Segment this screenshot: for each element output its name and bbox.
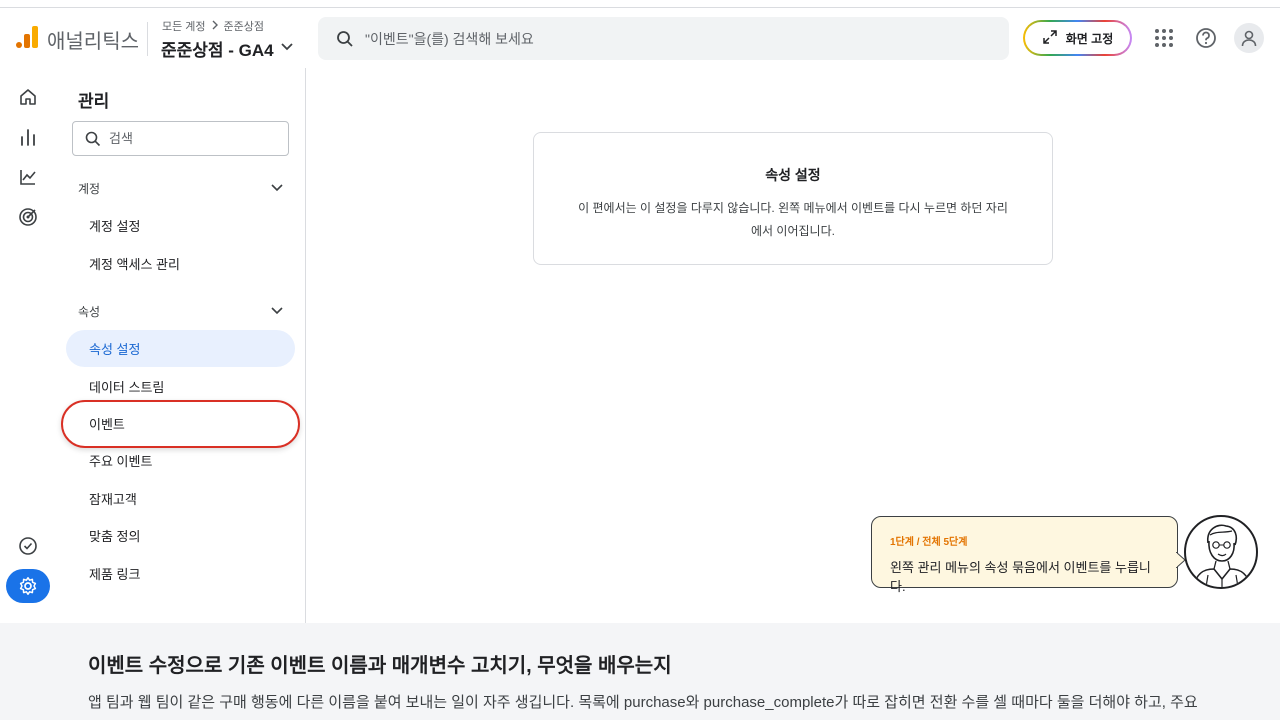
- chevron-down-icon: [270, 303, 284, 320]
- breadcrumb-all-accounts[interactable]: 모든 계정: [162, 18, 206, 34]
- help-icon[interactable]: [1193, 25, 1219, 51]
- article-section: 이벤트 수정으로 기존 이벤트 이름과 매개변수 고치기, 무엇을 배우는지 앱…: [0, 623, 1280, 720]
- account-section-label: 계정: [78, 181, 101, 196]
- global-search-input[interactable]: [365, 30, 965, 47]
- expand-icon: [1042, 29, 1058, 48]
- admin-search-input[interactable]: [109, 131, 269, 146]
- advertising-icon[interactable]: [16, 205, 40, 229]
- nav-item-custom-definitions[interactable]: 맞춤 정의: [66, 517, 295, 554]
- breadcrumb-account[interactable]: 준준상점: [224, 18, 264, 34]
- global-search-bar[interactable]: [318, 17, 1009, 60]
- nav-item-property-settings[interactable]: 속성 설정: [66, 330, 295, 367]
- home-icon[interactable]: [16, 85, 40, 109]
- admin-search-field[interactable]: [72, 121, 289, 156]
- nav-divider: [305, 68, 306, 623]
- header-divider: [147, 22, 148, 56]
- nav-item-data-streams[interactable]: 데이터 스트림: [66, 368, 295, 405]
- chevron-down-icon: [270, 180, 284, 197]
- search-icon: [85, 131, 101, 147]
- nav-item-account-settings[interactable]: 계정 설정: [66, 207, 295, 244]
- nav-item-audiences[interactable]: 잠재고객: [66, 480, 295, 517]
- property-section-label: 속성: [78, 304, 101, 319]
- article-title: 이벤트 수정으로 기존 이벤트 이름과 매개변수 고치기, 무엇을 배우는지: [88, 655, 672, 677]
- top-edge: [0, 0, 1280, 8]
- explore-icon[interactable]: [16, 165, 40, 189]
- guide-avatar-icon: [1184, 515, 1258, 589]
- info-card-title: 속성 설정: [765, 167, 821, 183]
- admin-gear-icon[interactable]: [6, 569, 50, 603]
- tutorial-message: 왼쪽 관리 메뉴의 속성 묶음에서 이벤트를 누릅니다.: [890, 560, 1151, 594]
- analytics-logo-icon[interactable]: [16, 26, 38, 48]
- property-title: 준준상점 - GA4: [161, 41, 274, 60]
- tutorial-bubble: 1단계 / 전체 5단계 왼쪽 관리 메뉴의 속성 묶음에서 이벤트를 누릅니다…: [871, 516, 1178, 594]
- tutorial-step-label: 1단계 / 전체 5단계: [890, 537, 968, 548]
- nav-item-product-links[interactable]: 제품 링크: [66, 555, 295, 592]
- info-card: 속성 설정 이 편에서는 이 설정을 다루지 않습니다. 왼쪽 메뉴에서 이벤트…: [533, 132, 1053, 265]
- apps-icon[interactable]: [1151, 25, 1177, 51]
- nav-item-account-access[interactable]: 계정 액세스 관리: [66, 245, 295, 282]
- account-section-toggle[interactable]: 계정: [66, 173, 290, 203]
- pin-screen-label: 화면 고정: [1065, 31, 1114, 46]
- article-paragraph: 앱 팀과 웹 팀이 같은 구매 행동에 다른 이름을 붙여 보내는 일이 자주 …: [88, 694, 1198, 711]
- nav-item-events[interactable]: 이벤트: [66, 405, 295, 442]
- breadcrumb[interactable]: 모든 계정 준준상점: [162, 18, 264, 34]
- top-app-bar: 애널리틱스 모든 계정 준준상점 준준상점 - GA4 화면 고정: [0, 8, 1280, 68]
- property-selector[interactable]: 준준상점 - GA4: [161, 36, 294, 61]
- property-section-toggle[interactable]: 속성: [66, 296, 290, 326]
- chevron-down-icon: [280, 39, 294, 58]
- reports-icon[interactable]: [16, 125, 40, 149]
- admin-nav-title: 관리: [78, 92, 110, 111]
- chevron-right-icon: [210, 20, 220, 33]
- pin-screen-button[interactable]: 화면 고정: [1023, 20, 1132, 56]
- insights-check-icon[interactable]: [16, 534, 40, 558]
- app-name: 애널리틱스: [47, 31, 139, 53]
- nav-item-key-events[interactable]: 주요 이벤트: [66, 442, 295, 479]
- account-icon[interactable]: [1234, 23, 1264, 53]
- info-card-body: 이 편에서는 이 설정을 다루지 않습니다. 왼쪽 메뉴에서 이벤트를 다시 누…: [578, 201, 1008, 238]
- search-icon: [336, 30, 354, 48]
